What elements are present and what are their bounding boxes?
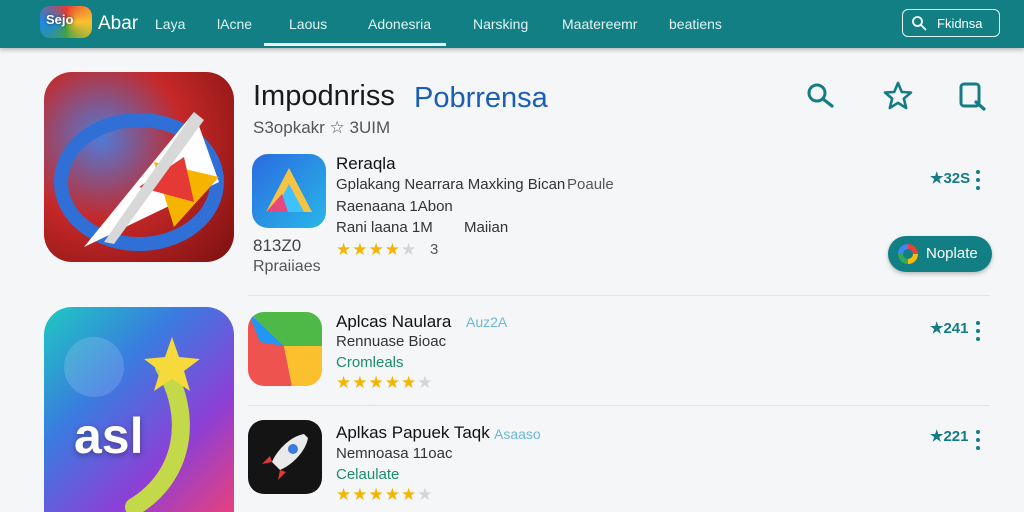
install-button[interactable]: Noplate bbox=[888, 236, 992, 272]
tab-beatiens[interactable]: beatiens bbox=[669, 16, 722, 32]
row-score: ★221 bbox=[930, 428, 969, 445]
row-score: ★241 bbox=[930, 320, 969, 337]
star-filled-icon: ★ bbox=[401, 373, 418, 392]
featured-download-count: 813Z0 bbox=[253, 236, 302, 255]
app-icon-reraqla[interactable] bbox=[252, 154, 326, 228]
tab-laya[interactable]: Laya bbox=[155, 16, 185, 32]
kebab-menu-icon[interactable] bbox=[975, 430, 981, 452]
star-empty-icon: ★ bbox=[401, 240, 418, 259]
rating-count: 3 bbox=[430, 241, 439, 258]
featured-app-2-wordmark: asl bbox=[74, 408, 144, 464]
search-label: Fkidnsa bbox=[937, 16, 983, 31]
kebab-menu-icon[interactable] bbox=[975, 321, 981, 343]
star-filled-icon: ★ bbox=[401, 485, 418, 504]
row-description: Nemnoasa 11oac bbox=[336, 445, 453, 462]
tab-maatereemr[interactable]: Maatereemr bbox=[562, 16, 637, 32]
row-tag: Asaaso bbox=[494, 426, 541, 442]
featured-app-icon[interactable] bbox=[44, 72, 234, 262]
star-outline-icon[interactable] bbox=[882, 80, 914, 112]
star-rating: ★★★★★★ bbox=[336, 485, 434, 505]
rocket-icon bbox=[260, 434, 308, 482]
star-filled-icon: ★ bbox=[352, 240, 369, 259]
star-rating: ★★★★★★ bbox=[336, 373, 434, 393]
tab-narsking[interactable]: Narsking bbox=[473, 16, 528, 32]
active-tab-indicator bbox=[264, 43, 446, 46]
row-score: ★32S bbox=[930, 170, 971, 187]
row-description: Gplakang Nearrara Maxking Bican bbox=[336, 176, 566, 193]
row-tag: Auz2A bbox=[466, 314, 508, 330]
featured-app-subtitle: S3opkakr ☆ 3UIM bbox=[253, 118, 391, 137]
featured-app-title-accent: Pobrrensa bbox=[414, 82, 548, 114]
star-filled-icon: ★ bbox=[336, 485, 353, 504]
featured-side-label: Rpraiiaes bbox=[253, 258, 321, 275]
star-filled-icon: ★ bbox=[384, 373, 401, 392]
star-filled-icon: ★ bbox=[336, 373, 353, 392]
star-filled-icon: ★ bbox=[368, 485, 385, 504]
star-rating: ★★★★★ bbox=[336, 240, 417, 260]
star-filled-icon: ★ bbox=[368, 240, 385, 259]
row-category: Cromleals bbox=[336, 354, 404, 371]
kebab-menu-icon[interactable] bbox=[975, 170, 981, 192]
row-title[interactable]: Reraqla bbox=[336, 154, 396, 174]
star-empty-icon: ★ bbox=[417, 485, 434, 504]
tab-laous[interactable]: Laous bbox=[289, 16, 327, 32]
row-publisher: Raenaana 1Abon bbox=[336, 198, 453, 215]
tab-lacne[interactable]: lAcne bbox=[217, 16, 252, 32]
search-icon bbox=[912, 16, 927, 31]
star-filled-icon: ★ bbox=[352, 485, 369, 504]
row-description: Rennuase Bioac bbox=[336, 333, 447, 350]
app-icon-aplkas-papuek-taqk[interactable] bbox=[248, 420, 322, 494]
row-description-suffix: Poaule bbox=[567, 176, 614, 193]
row-divider bbox=[248, 405, 990, 406]
star-empty-icon: ★ bbox=[417, 373, 434, 392]
row-meta: Rani laana 1M bbox=[336, 219, 433, 236]
featured-app-icon-2[interactable]: asl bbox=[44, 307, 234, 512]
star-filled-icon: ★ bbox=[352, 373, 369, 392]
star-filled-icon: ★ bbox=[336, 240, 353, 259]
search-button[interactable]: Fkidnsa bbox=[902, 9, 1000, 37]
app-icon-graphic bbox=[266, 168, 312, 212]
featured-app-graphic bbox=[54, 112, 224, 251]
logo-text: Sejo bbox=[46, 12, 74, 27]
row-category: Celaulate bbox=[336, 466, 400, 483]
magnifier-icon[interactable] bbox=[804, 80, 836, 112]
find-icon[interactable] bbox=[956, 80, 988, 112]
top-app-bar: Sejo Abar Laya lAcne Laous Adonesria Nar… bbox=[0, 0, 1024, 48]
row-divider bbox=[248, 295, 990, 296]
install-button-label: Noplate bbox=[926, 245, 978, 262]
star-filled-icon: ★ bbox=[384, 240, 401, 259]
row-title[interactable]: Aplkas Papuek Taqk bbox=[336, 423, 490, 443]
app-icon-graphic bbox=[248, 312, 322, 386]
featured-app-title: Impodnriss bbox=[253, 80, 395, 112]
star-filled-icon: ★ bbox=[384, 485, 401, 504]
app-name: Abar bbox=[98, 13, 139, 34]
row-meta-right: Maiian bbox=[464, 219, 509, 236]
row-title[interactable]: Aplcas Naulara bbox=[336, 312, 451, 332]
star-filled-icon: ★ bbox=[368, 373, 385, 392]
google-g-icon bbox=[898, 244, 918, 264]
app-icon-aplcas-naulara[interactable] bbox=[248, 312, 322, 386]
tab-adonesria[interactable]: Adonesria bbox=[368, 16, 431, 32]
